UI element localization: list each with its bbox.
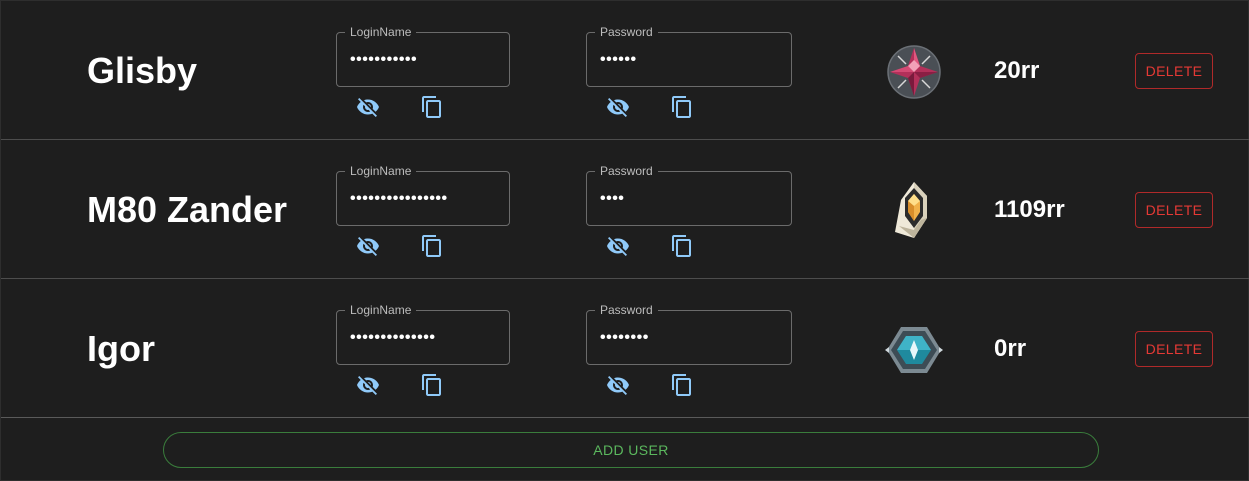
account-manager: Glisby LoginName ••••••••••• Password ••… xyxy=(0,0,1249,481)
copy-login-button[interactable] xyxy=(418,232,446,260)
password-field[interactable]: Password •••• xyxy=(586,163,792,226)
delete-user-button[interactable]: DELETE xyxy=(1135,53,1213,89)
eye-off-icon xyxy=(357,237,379,256)
login-name-value: •••••••••••••• xyxy=(350,329,436,346)
login-name-label: LoginName xyxy=(345,163,417,179)
password-value: •••••••• xyxy=(600,329,649,346)
user-name: M80 Zander xyxy=(87,189,288,230)
login-name-field[interactable]: LoginName •••••••••••••• xyxy=(336,302,510,365)
login-name-label: LoginName xyxy=(345,302,417,318)
radiant-rank-icon xyxy=(881,178,947,244)
login-name-label: LoginName xyxy=(345,24,417,40)
password-field[interactable]: Password •••••• xyxy=(586,24,792,87)
copy-icon xyxy=(672,96,691,118)
eye-off-icon xyxy=(607,237,629,256)
copy-login-button[interactable] xyxy=(418,371,446,399)
delete-user-button[interactable]: DELETE xyxy=(1135,192,1213,228)
immortal-rank-icon xyxy=(881,39,947,105)
rank-rating: 0rr xyxy=(994,335,1027,362)
user-name: Igor xyxy=(87,328,155,369)
eye-off-icon xyxy=(357,98,379,117)
copy-icon xyxy=(422,96,441,118)
toggle-login-visibility-button[interactable] xyxy=(354,371,382,399)
toggle-password-visibility-button[interactable] xyxy=(604,371,632,399)
toggle-login-visibility-button[interactable] xyxy=(354,232,382,260)
user-row: M80 Zander LoginName •••••••••••••••• Pa… xyxy=(1,140,1249,279)
user-row: Igor LoginName •••••••••••••• Password •… xyxy=(1,279,1249,418)
user-name: Glisby xyxy=(87,50,198,91)
copy-icon xyxy=(422,374,441,396)
copy-password-button[interactable] xyxy=(668,93,696,121)
copy-icon xyxy=(672,235,691,257)
login-name-value: ••••••••••• xyxy=(350,51,418,68)
ascendant-rank-icon xyxy=(881,317,947,383)
copy-password-button[interactable] xyxy=(668,232,696,260)
login-name-field[interactable]: LoginName ••••••••••• xyxy=(336,24,510,87)
login-name-value: •••••••••••••••• xyxy=(350,190,448,207)
user-row: Glisby LoginName ••••••••••• Password ••… xyxy=(1,1,1249,140)
eye-off-icon xyxy=(607,376,629,395)
add-user-button[interactable]: ADD USER xyxy=(163,432,1099,468)
password-label: Password xyxy=(595,24,658,40)
copy-password-button[interactable] xyxy=(668,371,696,399)
rank-rating: 20rr xyxy=(994,57,1040,84)
login-name-field[interactable]: LoginName •••••••••••••••• xyxy=(336,163,510,226)
delete-user-button[interactable]: DELETE xyxy=(1135,331,1213,367)
toggle-password-visibility-button[interactable] xyxy=(604,93,632,121)
password-label: Password xyxy=(595,163,658,179)
password-value: •••• xyxy=(600,190,625,207)
toggle-login-visibility-button[interactable] xyxy=(354,93,382,121)
copy-icon xyxy=(672,374,691,396)
password-field[interactable]: Password •••••••• xyxy=(586,302,792,365)
eye-off-icon xyxy=(357,376,379,395)
copy-login-button[interactable] xyxy=(418,93,446,121)
toggle-password-visibility-button[interactable] xyxy=(604,232,632,260)
eye-off-icon xyxy=(607,98,629,117)
copy-icon xyxy=(422,235,441,257)
rank-rating: 1109rr xyxy=(994,196,1065,223)
password-label: Password xyxy=(595,302,658,318)
password-value: •••••• xyxy=(600,51,637,68)
